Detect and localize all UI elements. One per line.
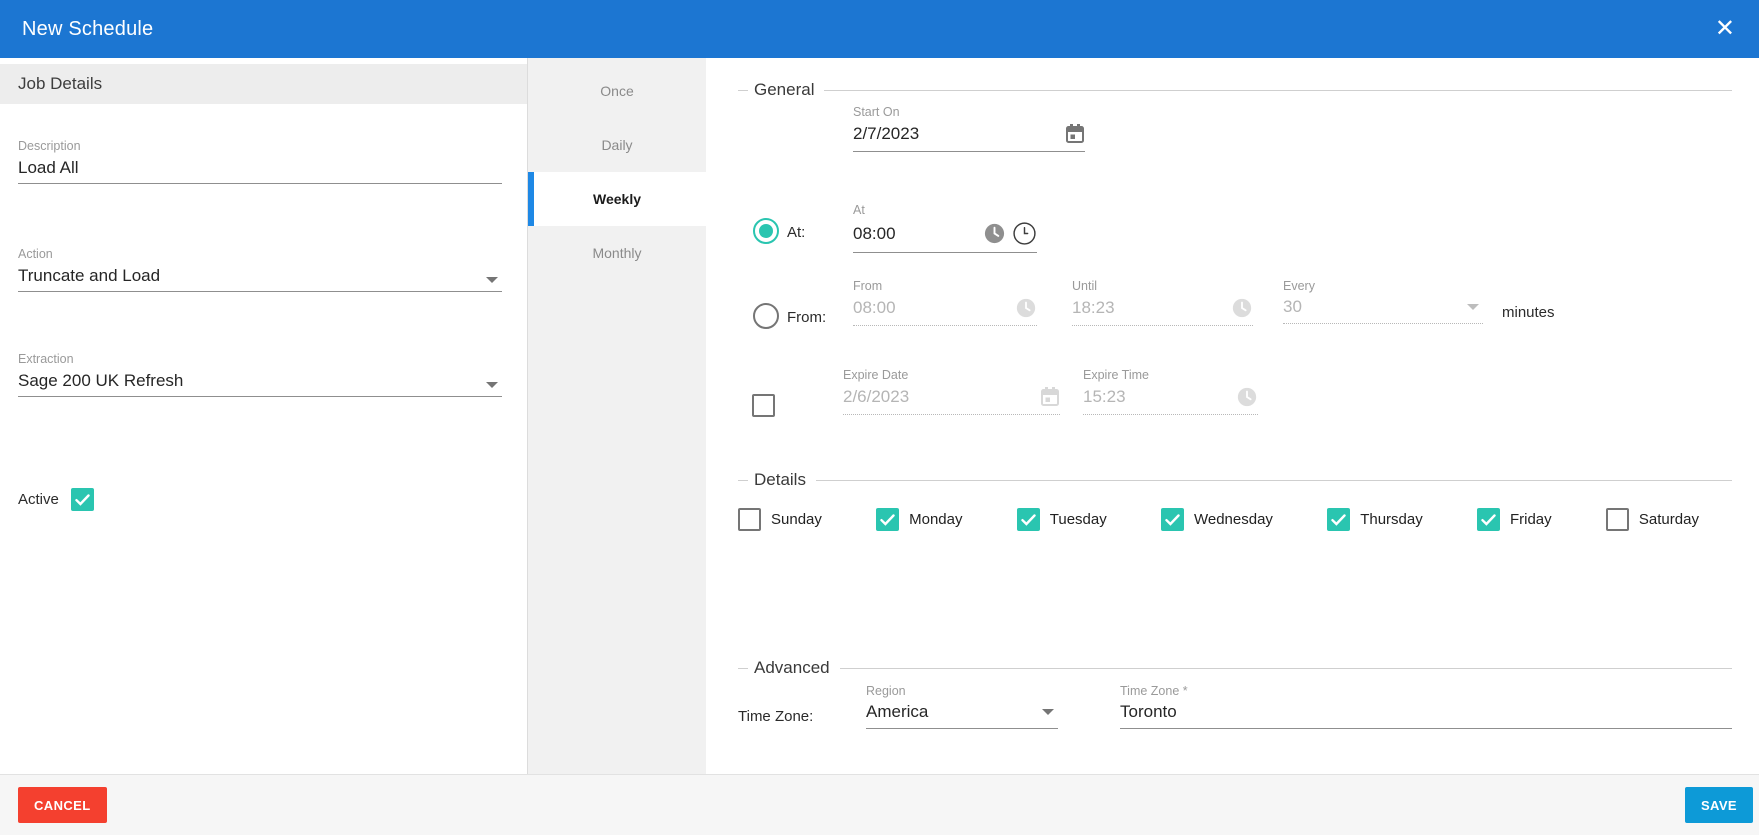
action-field[interactable]: Action Truncate and Load [18, 247, 502, 292]
tab-daily[interactable]: Daily [528, 118, 706, 172]
dropdown-arrow-icon [1042, 709, 1054, 715]
check-icon [75, 494, 90, 506]
at-time-input[interactable]: 08:00 [853, 224, 977, 244]
every-field-label: Every [1283, 279, 1483, 293]
at-field-label: At [853, 203, 1037, 217]
from-radio[interactable] [753, 303, 779, 329]
start-on-input[interactable]: 2/7/2023 [853, 124, 1059, 144]
extraction-value: Sage 200 UK Refresh [18, 371, 183, 390]
cancel-button[interactable]: CANCEL [18, 787, 107, 823]
tab-once[interactable]: Once [528, 64, 706, 118]
dialog-body: Job Details Description Load All Action … [0, 58, 1759, 774]
at-radio-label: At: [787, 224, 805, 241]
clock-outline-icon[interactable] [1012, 221, 1037, 246]
until-time-input[interactable]: 18:23 [1072, 298, 1225, 318]
wednesday-checkbox[interactable] [1161, 508, 1184, 531]
description-input[interactable]: Load All [18, 158, 502, 184]
from-radio-label: From: [787, 309, 826, 326]
until-field-label: Until [1072, 279, 1253, 293]
action-select[interactable]: Truncate and Load [18, 266, 502, 292]
timezone-field[interactable]: Time Zone * Toronto [1120, 684, 1732, 729]
dialog-header: New Schedule ✕ [0, 0, 1759, 58]
from-time-input[interactable]: 08:00 [853, 298, 1009, 318]
action-value: Truncate and Load [18, 266, 160, 285]
day-wednesday[interactable]: Wednesday [1161, 508, 1273, 531]
details-section-legend: Details [738, 470, 1732, 490]
day-thursday[interactable]: Thursday [1327, 508, 1423, 531]
dialog-title: New Schedule [22, 18, 153, 41]
active-row: Active [18, 488, 94, 511]
at-radio[interactable] [753, 218, 779, 244]
timezone-label: Time Zone * [1120, 684, 1732, 698]
calendar-icon[interactable] [1065, 123, 1085, 145]
day-sunday[interactable]: Sunday [738, 508, 822, 531]
at-time-field[interactable]: At 08:00 [853, 203, 1037, 253]
description-field[interactable]: Description Load All [18, 139, 502, 184]
new-schedule-dialog: New Schedule ✕ Job Details Description L… [0, 0, 1759, 835]
thursday-checkbox[interactable] [1327, 508, 1350, 531]
extraction-field[interactable]: Extraction Sage 200 UK Refresh [18, 352, 502, 397]
day-friday[interactable]: Friday [1477, 508, 1552, 531]
clock-filled-icon[interactable] [983, 222, 1006, 245]
weekday-checkbox-row: Sunday Monday Tuesday Wednesday Thursday… [738, 508, 1699, 531]
saturday-checkbox[interactable] [1606, 508, 1629, 531]
advanced-legend-text: Advanced [754, 658, 836, 678]
extraction-select[interactable]: Sage 200 UK Refresh [18, 371, 502, 397]
action-label: Action [18, 247, 502, 261]
until-time-field[interactable]: Until 18:23 [1072, 279, 1253, 326]
monday-checkbox[interactable] [876, 508, 899, 531]
dialog-footer: CANCEL SAVE [0, 774, 1759, 835]
description-label: Description [18, 139, 502, 153]
dropdown-arrow-icon [486, 382, 498, 388]
sunday-checkbox[interactable] [738, 508, 761, 531]
job-details-header: Job Details [0, 64, 527, 104]
expire-date-label: Expire Date [843, 368, 1060, 382]
save-button[interactable]: SAVE [1685, 787, 1753, 823]
day-tuesday[interactable]: Tuesday [1017, 508, 1107, 531]
expire-time-field[interactable]: Expire Time 15:23 [1083, 368, 1258, 415]
active-label: Active [18, 491, 59, 508]
region-label: Region [866, 684, 1058, 698]
expire-checkbox[interactable] [752, 394, 775, 417]
clock-icon [1236, 386, 1258, 408]
expire-date-field[interactable]: Expire Date 2/6/2023 [843, 368, 1060, 415]
start-on-label: Start On [853, 105, 1085, 119]
expire-time-input[interactable]: 15:23 [1083, 387, 1230, 407]
from-field-label: From [853, 279, 1037, 293]
dropdown-arrow-icon [1467, 304, 1479, 310]
advanced-section-legend: Advanced [738, 658, 1732, 678]
job-details-panel: Job Details Description Load All Action … [0, 58, 527, 774]
region-field[interactable]: Region America [866, 684, 1058, 729]
clock-icon [1231, 297, 1253, 319]
schedule-settings-panel: General Start On 2/7/2023 At: At 08:00 [706, 58, 1759, 774]
timezone-input[interactable]: Toronto [1120, 702, 1732, 722]
start-on-field[interactable]: Start On 2/7/2023 [853, 105, 1085, 152]
general-section-legend: General [738, 80, 1732, 100]
day-saturday[interactable]: Saturday [1606, 508, 1699, 531]
tab-weekly[interactable]: Weekly [528, 172, 706, 226]
day-monday[interactable]: Monday [876, 508, 962, 531]
calendar-icon [1040, 386, 1060, 408]
dropdown-arrow-icon [486, 277, 498, 283]
active-tab-indicator [528, 172, 534, 226]
from-time-field[interactable]: From 08:00 [853, 279, 1037, 326]
extraction-label: Extraction [18, 352, 502, 366]
job-details-title: Job Details [18, 74, 102, 94]
expire-date-input[interactable]: 2/6/2023 [843, 387, 1034, 407]
every-select[interactable]: 30 [1283, 297, 1461, 317]
every-field[interactable]: Every 30 [1283, 279, 1483, 324]
region-select[interactable]: America [866, 702, 1036, 722]
general-legend-text: General [754, 80, 820, 100]
minutes-unit-label: minutes [1502, 304, 1555, 321]
active-checkbox[interactable] [71, 488, 94, 511]
close-icon[interactable]: ✕ [1715, 17, 1735, 41]
friday-checkbox[interactable] [1477, 508, 1500, 531]
details-legend-text: Details [754, 470, 812, 490]
expire-time-label: Expire Time [1083, 368, 1258, 382]
tuesday-checkbox[interactable] [1017, 508, 1040, 531]
tab-monthly[interactable]: Monthly [528, 226, 706, 280]
timezone-row-label: Time Zone: [738, 708, 813, 725]
clock-icon [1015, 297, 1037, 319]
schedule-type-tabs: Once Daily Weekly Monthly [527, 58, 706, 774]
